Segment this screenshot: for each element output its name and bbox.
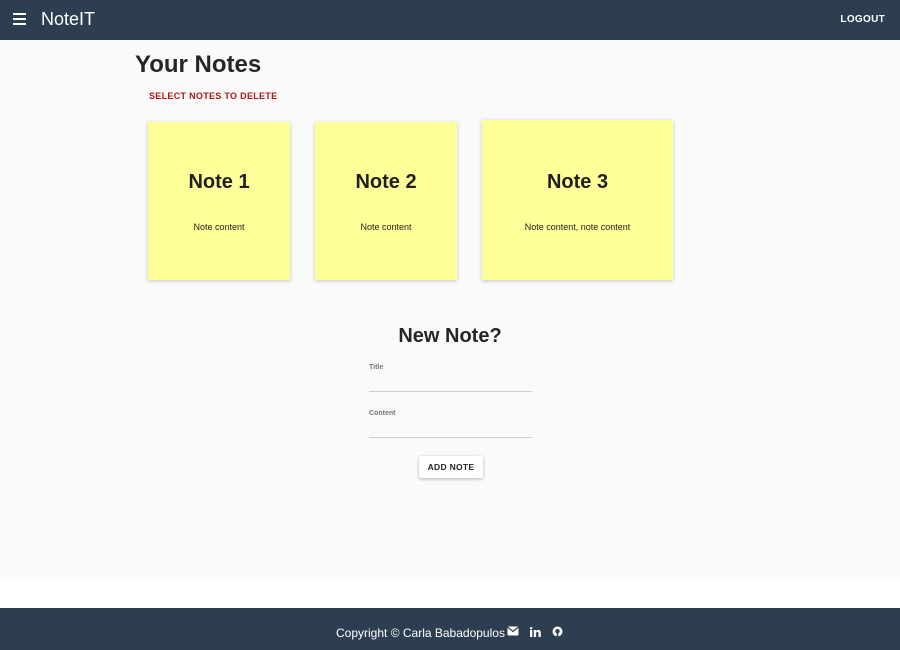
linkedin-icon[interactable] bbox=[530, 627, 541, 637]
note-title: Note 1 bbox=[188, 171, 250, 193]
app-title[interactable]: NoteIT bbox=[41, 9, 95, 30]
logout-button[interactable]: LOGOUT bbox=[840, 14, 885, 25]
github-icon[interactable] bbox=[552, 626, 563, 637]
note-title: Note 3 bbox=[546, 171, 609, 193]
footer: Copyright © Carla Babadopulos bbox=[0, 608, 900, 650]
note-content: Note content bbox=[193, 222, 245, 232]
app-bar: NoteIT LOGOUT bbox=[0, 0, 900, 40]
note-card[interactable]: Note 2 Note content bbox=[315, 122, 457, 280]
title-label: Title bbox=[369, 364, 384, 371]
add-note-button[interactable]: ADD NOTE bbox=[419, 456, 483, 478]
note-card[interactable]: Note 1 Note content bbox=[148, 122, 290, 280]
content-label: Content bbox=[369, 410, 396, 417]
content-input[interactable] bbox=[369, 424, 532, 438]
note-card[interactable]: Note 3 Note content, note content bbox=[482, 120, 673, 280]
page-title: Your Notes bbox=[135, 51, 262, 78]
copyright-text: Copyright © Carla Babadopulos bbox=[336, 626, 505, 640]
note-title: Note 2 bbox=[355, 171, 417, 193]
title-input[interactable] bbox=[369, 378, 532, 392]
note-content: Note content bbox=[360, 222, 412, 232]
note-content: Note content, note content bbox=[524, 222, 631, 232]
envelope-icon[interactable] bbox=[507, 626, 519, 636]
new-note-heading: New Note? bbox=[398, 325, 502, 347]
menu-icon[interactable] bbox=[13, 13, 27, 27]
main-content: Your Notes SELECT NOTES TO DELETE Note 1… bbox=[0, 40, 900, 577]
select-notes-to-delete-button[interactable]: SELECT NOTES TO DELETE bbox=[149, 91, 277, 101]
